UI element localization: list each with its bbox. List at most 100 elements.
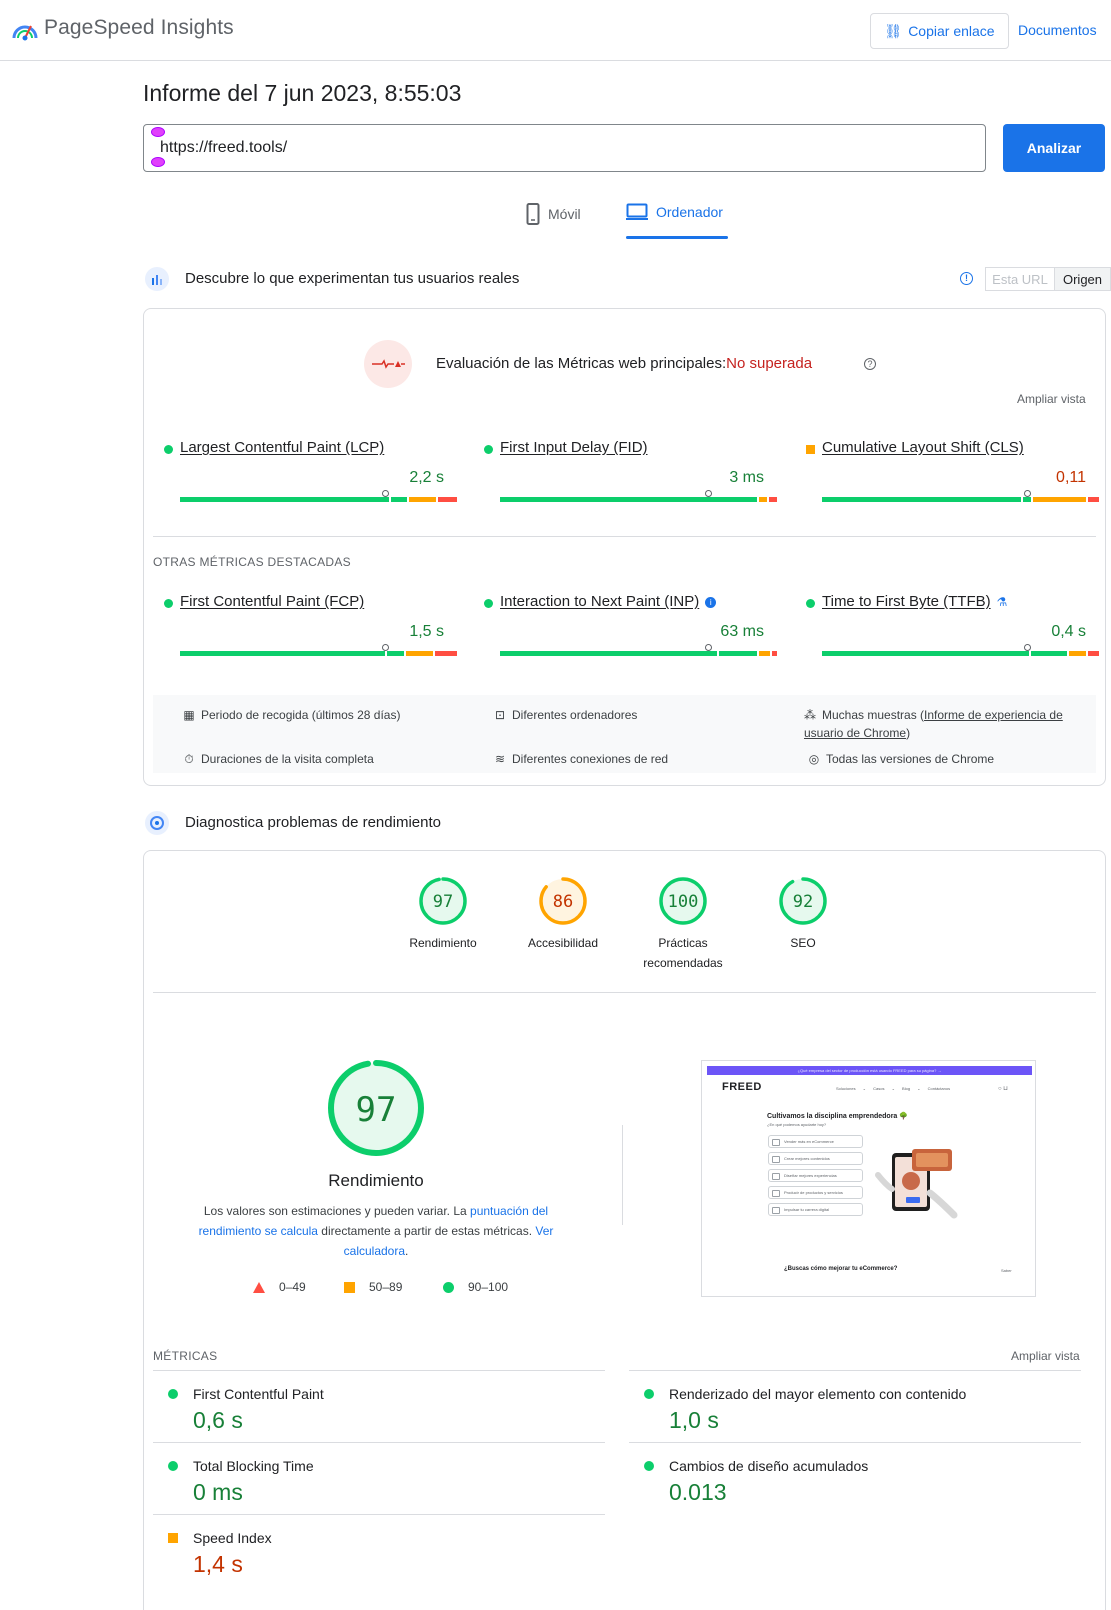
info-icon[interactable]: i: [705, 596, 717, 608]
field-metric-name[interactable]: Cumulative Layout Shift (CLS): [822, 439, 1024, 456]
help-icon[interactable]: ?: [864, 358, 876, 370]
good-circle-icon: [164, 599, 173, 608]
analyze-button[interactable]: Analizar: [1003, 124, 1105, 172]
performance-description: Los valores son estimaciones y pueden va…: [196, 1201, 556, 1261]
info-icon[interactable]: !: [960, 272, 973, 285]
legend-average-label: 50–89: [369, 1280, 403, 1294]
screenshot-option: Producir de productos y servicios: [768, 1186, 863, 1199]
distribution-bar: [822, 490, 1099, 502]
distribution-segment: [771, 651, 778, 656]
desc-text-3: .: [405, 1244, 409, 1258]
legend-good: 90–100: [443, 1280, 508, 1294]
category-gauge[interactable]: 100 Prácticas recomendadas: [633, 875, 733, 973]
app-title[interactable]: PageSpeed Insights: [44, 16, 234, 40]
category-gauge[interactable]: 86 Accesibilidad: [513, 875, 613, 953]
marker-icon: [151, 157, 165, 167]
field-metric-name[interactable]: Time to First Byte (TTFB) ⚗: [822, 593, 1007, 610]
distribution-segment: [387, 651, 404, 656]
field-metric-name[interactable]: First Input Delay (FID): [500, 439, 648, 456]
lab-metric-value: 1,0 s: [669, 1407, 719, 1433]
field-metric: First Input Delay (FID) 3 ms: [484, 439, 777, 509]
category-gauge[interactable]: 92 SEO: [753, 875, 853, 953]
sample-size: ⁂ Muchas muestras (Informe de experiencia…: [804, 706, 1084, 742]
docs-link[interactable]: Documentos: [1018, 22, 1097, 38]
field-metric-name-text: First Input Delay (FID): [500, 439, 648, 456]
desc-text-1: Los valores son estimaciones y pueden va…: [203, 1204, 471, 1218]
gauge-score: 97: [433, 892, 453, 912]
top-bar: PageSpeed Insights ⛓ Copiar enlace Docum…: [0, 0, 1111, 61]
distribution-segment: [438, 497, 457, 502]
circle-icon: [443, 1281, 454, 1293]
screenshot-option: Crear mejores contenidos: [768, 1152, 863, 1165]
legend-average: 50–89: [344, 1280, 402, 1294]
assessment-failed-icon: [364, 340, 412, 388]
flask-icon[interactable]: ⚗: [997, 595, 1008, 609]
pagespeed-logo-icon[interactable]: [12, 16, 38, 42]
p75-marker: [1023, 490, 1031, 497]
network-connections-text: Diferentes conexiones de red: [512, 752, 669, 766]
good-circle-icon: [644, 1389, 654, 1399]
cart-icon: ○ ⊔: [998, 1086, 1008, 1092]
wifi-icon: ≋: [494, 752, 506, 766]
screenshot-nav: Soluciones ⌄ Casos ⌄ Blog ⌄ Contáctanos: [836, 1086, 951, 1091]
toggle-this-url[interactable]: Esta URL: [985, 267, 1055, 291]
page-screenshot[interactable]: ¿Qué empresa del sector de producción es…: [701, 1060, 1036, 1297]
report-title: Informe del 7 jun 2023, 8:55:03: [143, 80, 462, 106]
good-circle-icon: [484, 445, 493, 454]
tab-desktop[interactable]: Ordenador: [626, 203, 723, 221]
average-square-icon: [806, 445, 815, 454]
distribution-bar: [822, 644, 1099, 656]
expand-view-link[interactable]: Ampliar vista: [1017, 392, 1086, 406]
calendar-icon: ▦: [183, 708, 195, 722]
gauge-score: 92: [793, 892, 813, 912]
field-metric-name-text: Cumulative Layout Shift (CLS): [822, 439, 1024, 456]
category-gauge[interactable]: 97 Rendimiento: [393, 875, 493, 953]
metrics-expand-link[interactable]: Ampliar vista: [1011, 1349, 1080, 1363]
field-metric-value: 1,5 s: [409, 623, 444, 640]
field-metric-name[interactable]: First Contentful Paint (FCP): [180, 593, 364, 610]
device-types-text: Diferentes ordenadores: [512, 708, 638, 722]
field-metric-name[interactable]: Interaction to Next Paint (INP) i: [500, 593, 717, 610]
lighthouse-icon: [145, 811, 169, 835]
tab-mobile[interactable]: Móvil: [526, 203, 581, 225]
network-connections: ≋ Diferentes conexiones de red: [494, 750, 668, 768]
field-metric-name[interactable]: Largest Contentful Paint (LCP): [180, 439, 384, 456]
vertical-divider: [622, 1125, 623, 1225]
distribution-segment: [822, 651, 1030, 656]
lab-metric-value: 0.013: [669, 1479, 727, 1505]
gauge-ring: 97: [419, 877, 467, 925]
field-metric-name-text: Interaction to Next Paint (INP): [500, 593, 700, 610]
good-circle-icon: [644, 1461, 654, 1471]
good-circle-icon: [164, 445, 173, 454]
tab-mobile-label: Móvil: [548, 206, 581, 222]
assessment-status: No superada: [726, 355, 813, 372]
good-circle-icon: [806, 599, 815, 608]
distribution-segment: [1087, 497, 1099, 502]
distribution-segment: [822, 497, 1022, 502]
lab-metric-name: Cambios de diseño acumulados: [669, 1458, 869, 1474]
p75-marker: [1023, 644, 1031, 651]
monitor-icon: [626, 203, 648, 220]
square-icon: [344, 1281, 355, 1293]
field-metric-value: 0,4 s: [1051, 623, 1086, 640]
sample-suffix: ): [906, 726, 911, 740]
copy-link-button[interactable]: ⛓ Copiar enlace: [870, 13, 1009, 49]
gauge-ring: 92: [779, 877, 827, 925]
lab-metric: First Contentful Paint 0,6 s: [153, 1370, 605, 1442]
distribution-segment: [408, 497, 437, 502]
visit-durations-text: Duraciones de la visita completa: [201, 752, 374, 766]
distribution-segment: [435, 651, 457, 656]
lab-metric: Cambios de diseño acumulados 0.013: [629, 1442, 1081, 1514]
legend-bad-label: 0–49: [279, 1280, 306, 1294]
url-input[interactable]: [143, 124, 986, 172]
chrome-versions: ◎ Todas las versiones de Chrome: [808, 750, 994, 768]
toggle-origin[interactable]: Origen: [1054, 267, 1111, 291]
distribution-segment: [500, 651, 718, 656]
lab-metric-name: Total Blocking Time: [193, 1458, 314, 1474]
lab-metric: Speed Index 1,4 s: [153, 1514, 605, 1586]
link-icon: ⛓: [884, 22, 903, 39]
screenshot-option: Impulsar tu carrera digital: [768, 1203, 863, 1216]
screenshot-brand: FREED: [722, 1081, 762, 1093]
distribution-segment: [768, 497, 777, 502]
field-metric-value: 63 ms: [720, 623, 764, 640]
